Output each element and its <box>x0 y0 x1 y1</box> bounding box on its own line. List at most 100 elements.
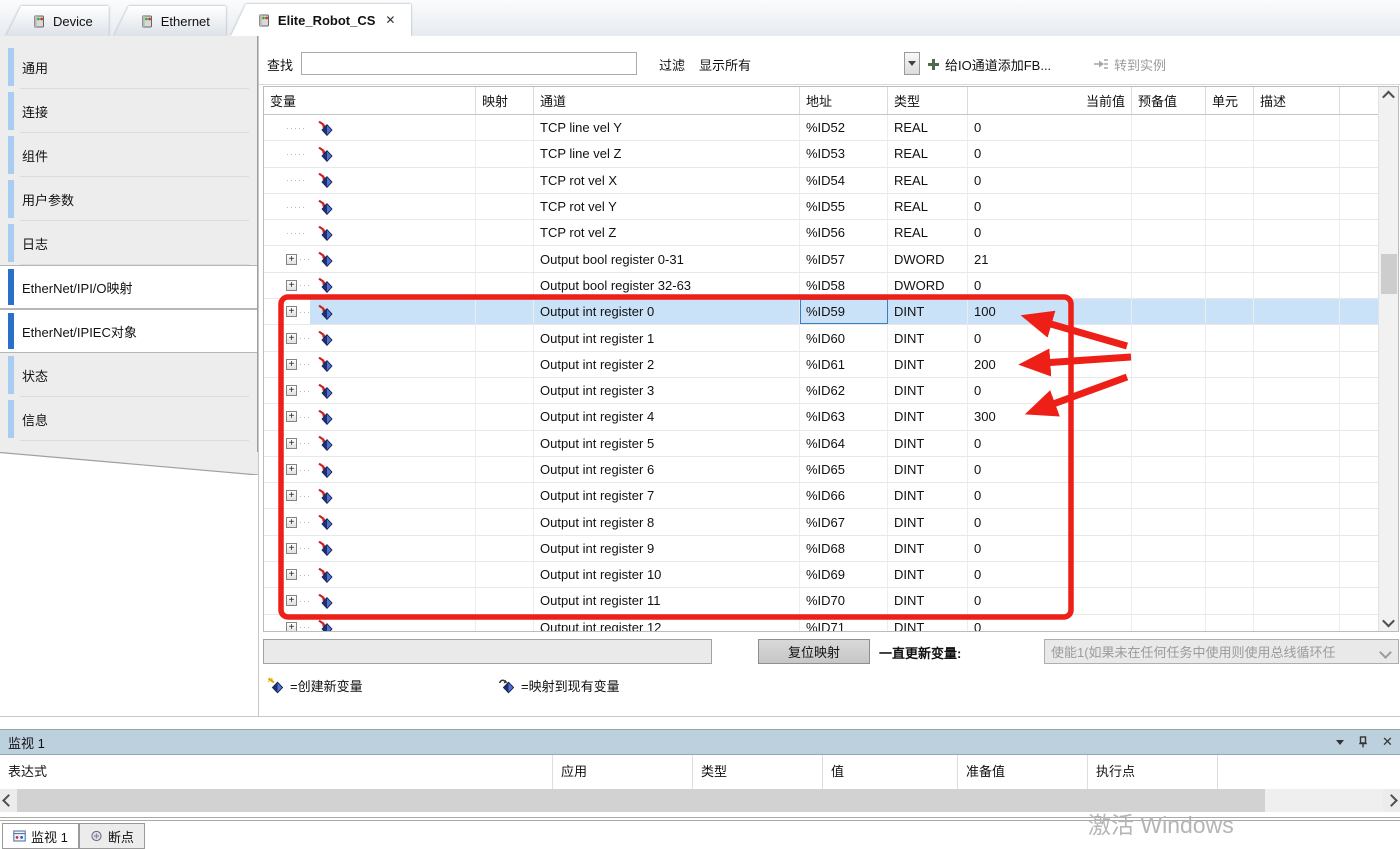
table-row[interactable]: ·····TCP rot vel Z%ID56REAL0 <box>264 220 1380 246</box>
current-value-cell: 0 <box>968 220 1132 245</box>
update-mode-dropdown[interactable]: 使能1(如果未在任何任务中使用则使用总线循环任 <box>1044 639 1399 664</box>
column-header-8[interactable]: 单元 <box>1206 87 1254 114</box>
expand-plus-button[interactable]: + <box>286 622 297 632</box>
editor-tab-elite_robot_cs[interactable]: Elite_Robot_CS✕ <box>231 4 412 36</box>
column-header-9[interactable]: 描述 <box>1254 87 1340 114</box>
variable-cell: +··· <box>264 457 476 482</box>
table-row[interactable]: +···Output int register 2%ID61DINT200 <box>264 352 1380 378</box>
type-cell: DINT <box>888 378 968 403</box>
panel-splitter[interactable] <box>0 716 1400 717</box>
column-header-2[interactable]: 映射 <box>476 87 534 114</box>
watch-column-header-4[interactable]: 值 <box>823 755 958 789</box>
table-row[interactable]: +···Output int register 1%ID60DINT0 <box>264 325 1380 351</box>
filter-dropdown-value[interactable]: 显示所有 <box>699 55 899 74</box>
address-cell: %ID71 <box>800 615 888 632</box>
table-row[interactable]: +···Output bool register 32-63%ID58DWORD… <box>264 273 1380 299</box>
column-header-6[interactable]: 当前值 <box>968 87 1132 114</box>
scroll-left-button[interactable] <box>0 789 17 812</box>
expand-plus-button[interactable]: + <box>286 490 297 501</box>
vertical-scrollbar[interactable] <box>1378 87 1398 631</box>
scroll-down-button[interactable] <box>1379 614 1398 631</box>
address-cell: %ID65 <box>800 457 888 482</box>
watch-column-header-5[interactable]: 准备值 <box>958 755 1088 789</box>
description-cell <box>1254 404 1340 429</box>
variable-cell: +··· <box>264 378 476 403</box>
sidebar-item---[interactable]: 通用 <box>0 45 257 89</box>
column-header-7[interactable]: 预备值 <box>1132 87 1206 114</box>
watch-column-header-1[interactable]: 表达式 <box>0 755 553 789</box>
table-row[interactable]: +···Output int register 5%ID64DINT0 <box>264 431 1380 457</box>
update-mode-value: 使能1(如果未在任何任务中使用则使用总线循环任 <box>1051 642 1336 661</box>
column-header-1[interactable]: 变量 <box>264 87 476 114</box>
expand-plus-button[interactable]: + <box>286 280 297 291</box>
current-value-cell: 0 <box>968 273 1132 298</box>
table-row[interactable]: +···Output int register 3%ID62DINT0 <box>264 378 1380 404</box>
table-row[interactable]: +···Output int register 6%ID65DINT0 <box>264 457 1380 483</box>
filter-dropdown-button[interactable] <box>904 52 920 75</box>
expand-plus-button[interactable]: + <box>286 359 297 370</box>
watch-column-header-3[interactable]: 类型 <box>693 755 823 789</box>
expand-plus-button[interactable]: + <box>286 517 297 528</box>
expand-plus-button[interactable]: + <box>286 543 297 554</box>
bottom-tab-监视-1[interactable]: 监视 1 <box>2 823 79 849</box>
bottom-tab-断点[interactable]: 断点 <box>79 823 145 849</box>
pin-icon[interactable] <box>1358 736 1368 748</box>
table-row[interactable]: ·····TCP rot vel X%ID54REAL0 <box>264 168 1380 194</box>
watch-column-header-6[interactable]: 执行点 <box>1088 755 1218 789</box>
add-fb-button[interactable]: 给IO通道添加FB... <box>921 52 1057 76</box>
sidebar-item-ethernet-ipi-o--[interactable]: EtherNet/IPI/O映射 <box>0 265 257 309</box>
scroll-right-button[interactable] <box>1383 789 1400 812</box>
table-row[interactable]: +···Output bool register 0-31%ID57DWORD2… <box>264 246 1380 272</box>
scrollbar-thumb[interactable] <box>17 789 1265 812</box>
sidebar-item---[interactable]: 信息 <box>0 397 257 441</box>
column-header-5[interactable]: 类型 <box>888 87 968 114</box>
expand-plus-button[interactable]: + <box>286 306 297 317</box>
table-row[interactable]: +···Output int register 10%ID69DINT0 <box>264 562 1380 588</box>
goto-instance-button[interactable]: 转到实例 <box>1087 52 1172 76</box>
sidebar-item---[interactable]: 连接 <box>0 89 257 133</box>
sidebar-item-ethernet-ipiec--[interactable]: EtherNet/IPIEC对象 <box>0 309 257 353</box>
watch-menu-chevron-icon[interactable] <box>1336 740 1344 745</box>
expand-plus-button[interactable]: + <box>286 438 297 449</box>
sidebar-item---[interactable]: 状态 <box>0 353 257 397</box>
sidebar-item---[interactable]: 日志 <box>0 221 257 265</box>
table-row[interactable]: +···Output int register 4%ID63DINT300 <box>264 404 1380 430</box>
scroll-up-button[interactable] <box>1379 87 1398 104</box>
find-input[interactable] <box>301 52 637 75</box>
sidebar-item---[interactable]: 组件 <box>0 133 257 177</box>
scrollbar-thumb[interactable] <box>1381 254 1397 294</box>
table-row[interactable]: +···Output int register 9%ID68DINT0 <box>264 536 1380 562</box>
table-row[interactable]: ·····TCP line vel Z%ID53REAL0 <box>264 141 1380 167</box>
column-header-4[interactable]: 地址 <box>800 87 888 114</box>
table-row[interactable]: +···Output int register 7%ID66DINT0 <box>264 483 1380 509</box>
address-cell: %ID52 <box>800 115 888 140</box>
table-row[interactable]: +···Output int register 8%ID67DINT0 <box>264 509 1380 535</box>
expand-plus-button[interactable]: + <box>286 254 297 265</box>
sidebar-item-----[interactable]: 用户参数 <box>0 177 257 221</box>
filler-cell <box>1340 483 1380 508</box>
close-icon[interactable]: ✕ <box>1382 734 1396 750</box>
goto-instance-label: 转到实例 <box>1114 55 1166 74</box>
prepared-value-cell <box>1132 615 1206 632</box>
variable-cell: +··· <box>264 246 476 271</box>
editor-tab-device[interactable]: Device <box>6 6 109 36</box>
expand-plus-button[interactable]: + <box>286 333 297 344</box>
horizontal-scrollbar[interactable] <box>0 789 1400 812</box>
expand-plus-button[interactable]: + <box>286 464 297 475</box>
table-row[interactable]: ·····TCP line vel Y%ID52REAL0 <box>264 115 1380 141</box>
table-row[interactable]: +···Output int register 11%ID70DINT0 <box>264 588 1380 614</box>
reset-mapping-button[interactable]: 复位映射 <box>758 639 870 664</box>
current-value-cell: 0 <box>968 536 1132 561</box>
editor-tab-ethernet[interactable]: Ethernet <box>114 6 226 36</box>
table-row[interactable]: +···Output int register 12%ID71DINT0 <box>264 615 1380 632</box>
expand-plus-button[interactable]: + <box>286 569 297 580</box>
expand-plus-button[interactable]: + <box>286 385 297 396</box>
close-icon[interactable]: ✕ <box>385 13 395 27</box>
watch-column-header-2[interactable]: 应用 <box>553 755 693 789</box>
table-row[interactable]: +···Output int register 0%ID59DINT100 <box>264 299 1380 325</box>
expand-plus-button[interactable]: + <box>286 595 297 606</box>
column-header-3[interactable]: 通道 <box>534 87 800 114</box>
expand-plus-button[interactable]: + <box>286 411 297 422</box>
filler-cell <box>1340 273 1380 298</box>
table-row[interactable]: ·····TCP rot vel Y%ID55REAL0 <box>264 194 1380 220</box>
